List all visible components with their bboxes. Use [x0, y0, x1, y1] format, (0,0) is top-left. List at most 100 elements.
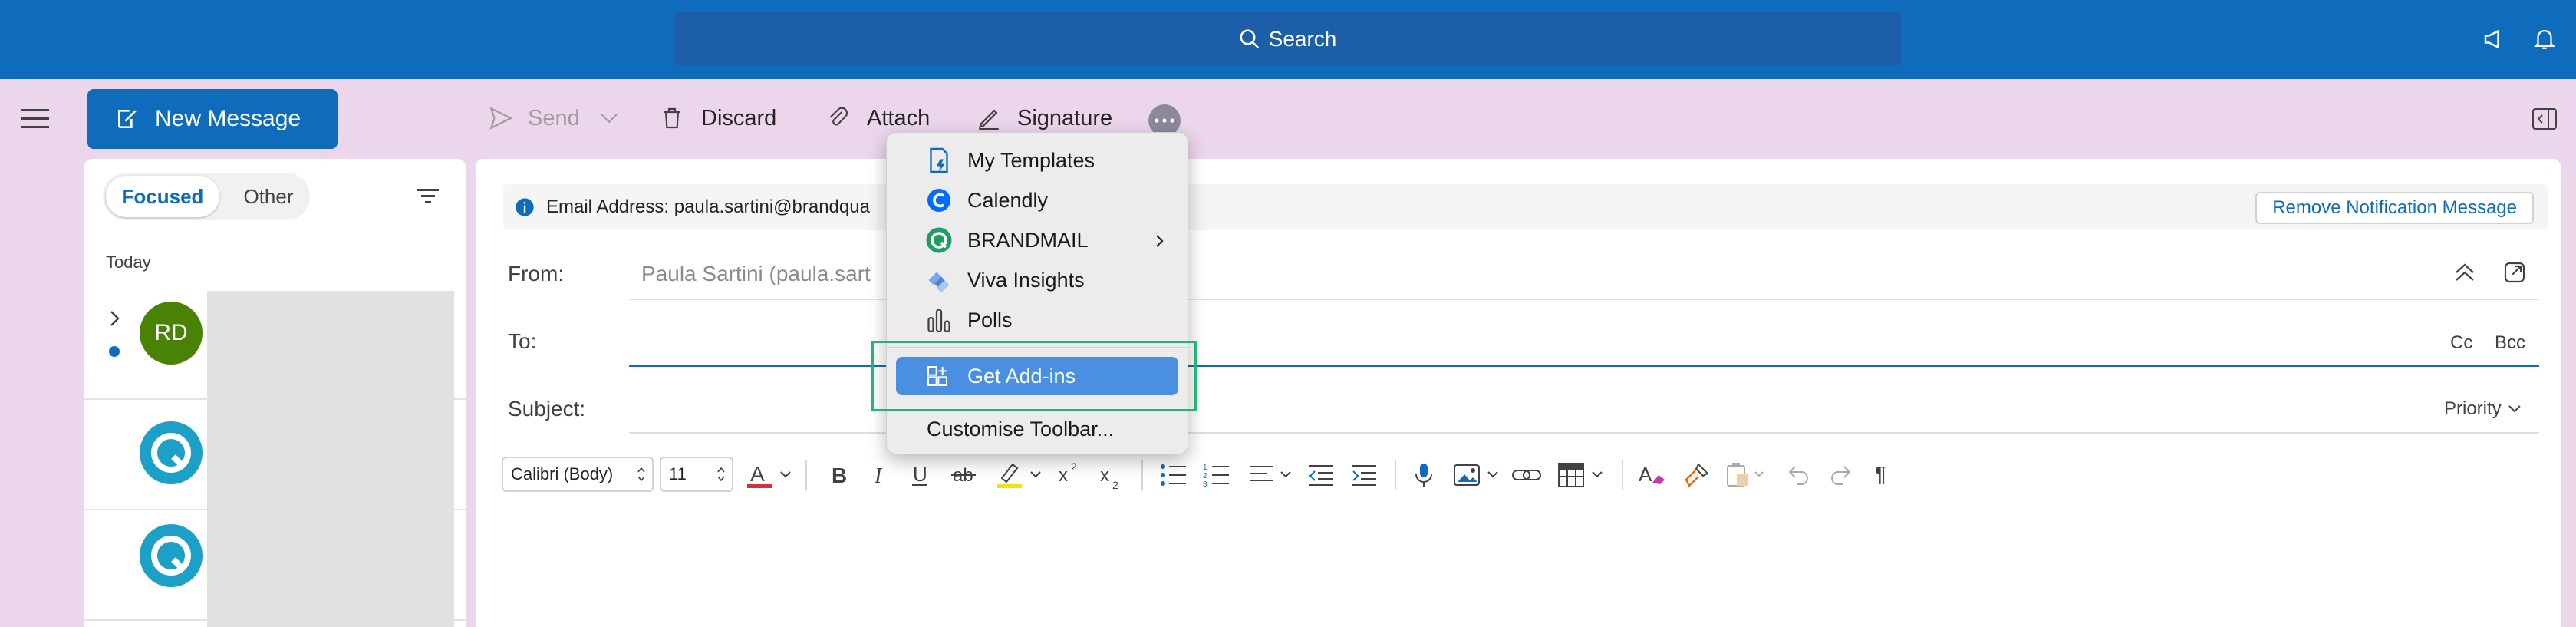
- attach-button[interactable]: Attach: [825, 105, 930, 131]
- dictate-icon[interactable]: [1413, 461, 1435, 489]
- paste-icon[interactable]: [1724, 461, 1771, 489]
- signature-button[interactable]: Signature: [976, 105, 1112, 131]
- hamburger-menu-icon[interactable]: [21, 107, 49, 129]
- compose-pane: Email Address: paula.sartini@brandqua Re…: [476, 159, 2561, 627]
- polls-icon: [927, 309, 950, 333]
- italic-icon[interactable]: I: [868, 461, 891, 489]
- send-label: Send: [528, 105, 580, 130]
- font-color-icon[interactable]: A: [744, 460, 795, 490]
- discard-button[interactable]: Discard: [660, 105, 776, 131]
- new-message-button[interactable]: New Message: [87, 89, 338, 149]
- expand-panel-icon[interactable]: [2532, 107, 2558, 130]
- menu-item-viva-insights[interactable]: Viva Insights: [887, 260, 1188, 300]
- pen-icon: [978, 109, 999, 130]
- svg-text:A: A: [1639, 463, 1652, 486]
- strikethrough-icon[interactable]: ab: [950, 461, 977, 489]
- decrease-indent-icon[interactable]: [1307, 463, 1335, 487]
- attach-label: Attach: [867, 105, 931, 130]
- viva-insights-icon: [928, 272, 950, 293]
- menu-item-label: Polls: [967, 308, 1013, 332]
- menu-item-label: Calendly: [967, 188, 1049, 212]
- message-preview-placeholder: [207, 291, 454, 627]
- format-painter-icon[interactable]: [1683, 461, 1711, 489]
- remove-notification-button[interactable]: Remove Notification Message: [2255, 192, 2534, 224]
- svg-text:2: 2: [1071, 460, 1077, 473]
- menu-item-label: Customise Toolbar...: [927, 417, 1115, 441]
- font-size-value: 11: [669, 464, 687, 483]
- avatar: [140, 421, 203, 484]
- svg-text:2: 2: [1112, 479, 1118, 490]
- send-button[interactable]: Send: [488, 105, 618, 131]
- font-family-select[interactable]: Calibri (Body): [502, 457, 654, 492]
- table-icon[interactable]: [1557, 461, 1608, 489]
- avatar: [140, 524, 203, 587]
- svg-text:¶: ¶: [1875, 462, 1886, 486]
- menu-item-polls[interactable]: Polls: [887, 300, 1188, 340]
- cc-button[interactable]: Cc: [2450, 332, 2472, 354]
- svg-text:I: I: [874, 464, 883, 488]
- menu-item-brandmail[interactable]: BRANDMAIL: [887, 220, 1188, 260]
- stepper-icon: [717, 467, 725, 482]
- signature-label: Signature: [1017, 105, 1113, 130]
- bcc-button[interactable]: Bcc: [2495, 332, 2525, 354]
- underline-icon[interactable]: U: [908, 461, 931, 489]
- bold-icon[interactable]: B: [827, 461, 850, 489]
- svg-text:2: 2: [1203, 472, 1207, 480]
- to-label: To:: [508, 329, 537, 353]
- pop-out-icon[interactable]: [2502, 260, 2527, 285]
- highlight-icon[interactable]: [994, 458, 1045, 490]
- from-field[interactable]: Paula Sartini (paula.sart: [641, 262, 871, 286]
- paragraph-marks-icon[interactable]: ¶: [1872, 460, 1895, 487]
- increase-indent-icon[interactable]: [1350, 463, 1378, 487]
- redo-icon[interactable]: [1827, 461, 1855, 489]
- highlight-annotation-box: [871, 341, 1197, 411]
- notification-text: Email Address: paula.sartini@brandqua: [546, 196, 870, 217]
- bell-icon[interactable]: [2532, 25, 2558, 52]
- bullet-list-icon[interactable]: [1160, 463, 1188, 487]
- clear-formatting-icon[interactable]: A: [1637, 461, 1668, 489]
- search-bar[interactable]: Search: [674, 12, 1901, 66]
- chevron-right-icon[interactable]: [109, 309, 121, 328]
- svg-text:x: x: [1100, 465, 1109, 486]
- inbox-tab-switcher: Focused Other: [103, 173, 310, 220]
- svg-text:A: A: [750, 462, 765, 486]
- search-label: Search: [1268, 27, 1337, 51]
- numbered-list-icon[interactable]: 123: [1203, 463, 1230, 487]
- message-list-panel: Focused Other Today RD: [84, 159, 466, 627]
- menu-item-my-templates[interactable]: My Templates: [887, 140, 1188, 180]
- section-today: Today: [106, 252, 151, 272]
- toolbar-divider: [1622, 460, 1623, 490]
- svg-text:U: U: [913, 463, 927, 486]
- avatar: RD: [140, 302, 203, 365]
- chevron-down-icon[interactable]: [600, 113, 618, 124]
- image-icon[interactable]: [1453, 463, 1504, 487]
- menu-item-label: Viva Insights: [967, 268, 1085, 292]
- tab-other[interactable]: Other: [230, 176, 307, 217]
- templates-icon: [930, 147, 948, 173]
- trash-icon: [664, 107, 680, 129]
- svg-text:x: x: [1059, 465, 1068, 486]
- send-icon: [489, 107, 513, 130]
- priority-button[interactable]: Priority: [2444, 398, 2522, 420]
- subscript-icon[interactable]: x2: [1097, 463, 1125, 490]
- feedback-icon[interactable]: [2481, 25, 2508, 53]
- toolbar-divider: [1141, 460, 1143, 490]
- undo-icon[interactable]: [1784, 461, 1812, 489]
- stepper-icon: [637, 467, 645, 482]
- collapse-header-icon[interactable]: [2453, 262, 2476, 283]
- from-label: From:: [508, 262, 565, 285]
- new-message-label: New Message: [155, 106, 301, 131]
- chevron-right-icon: [1156, 235, 1164, 247]
- menu-item-calendly[interactable]: Calendly: [887, 180, 1188, 220]
- link-icon[interactable]: [1511, 463, 1542, 487]
- superscript-icon[interactable]: x2: [1056, 460, 1083, 487]
- chevron-down-icon: [2508, 405, 2521, 413]
- filter-icon[interactable]: [416, 186, 440, 206]
- align-icon[interactable]: [1249, 463, 1295, 487]
- priority-label: Priority: [2444, 398, 2502, 419]
- brandmail-icon: [926, 227, 952, 253]
- tab-focused[interactable]: Focused: [106, 176, 219, 217]
- menu-item-customise-toolbar[interactable]: Customise Toolbar...: [887, 409, 1188, 449]
- font-size-select[interactable]: 11: [660, 457, 733, 492]
- unread-dot: [109, 346, 120, 357]
